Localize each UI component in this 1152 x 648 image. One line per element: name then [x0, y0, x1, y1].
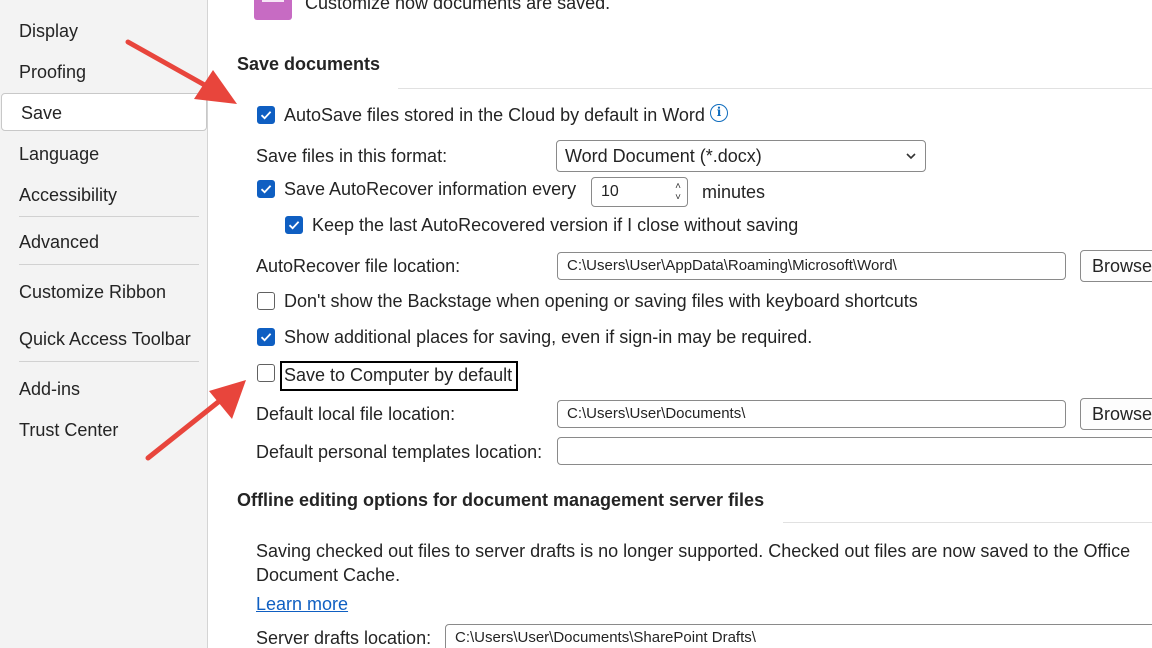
sidebar-item-proofing[interactable]: Proofing	[0, 53, 206, 91]
autosave-label: AutoSave files stored in the Cloud by de…	[284, 105, 705, 125]
sidebar-divider	[19, 216, 199, 217]
save-options-panel: Customize how documents are saved. Save …	[208, 0, 1152, 648]
spinner-arrows-icon[interactable]: ˄ ˅	[675, 181, 681, 203]
sidebar-item-save[interactable]: Save	[1, 93, 207, 131]
sidebar-item-quick-access-toolbar[interactable]: Quick Access Toolbar	[0, 320, 206, 358]
sidebar-item-accessibility[interactable]: Accessibility	[0, 176, 206, 214]
format-dropdown[interactable]: Word Document (*.docx)	[556, 140, 926, 172]
learn-more-link[interactable]: Learn more	[256, 594, 348, 615]
keep-last-label: Keep the last AutoRecovered version if I…	[312, 215, 799, 235]
default-local-label: Default local file location:	[256, 404, 456, 424]
backstage-checkbox[interactable]	[257, 292, 275, 310]
minutes-label: minutes	[702, 182, 766, 202]
additional-places-checkbox[interactable]	[257, 328, 275, 346]
intro-text: Customize how documents are saved.	[305, 0, 611, 13]
autorecover-label: Save AutoRecover information every	[284, 179, 577, 199]
templates-label: Default personal templates location:	[256, 442, 543, 462]
autorecover-location-field[interactable]: C:\Users\User\AppData\Roaming\Microsoft\…	[557, 252, 1066, 280]
keep-last-checkbox[interactable]	[285, 216, 303, 234]
autorecover-minutes-value: 10	[601, 183, 619, 200]
sidebar-item-advanced[interactable]: Advanced	[0, 223, 206, 261]
autorecover-location-label: AutoRecover file location:	[256, 256, 461, 276]
offline-editing-heading: Offline editing options for document man…	[237, 490, 765, 510]
additional-places-label: Show additional places for saving, even …	[284, 327, 813, 347]
browse-autorecover-button[interactable]: Browse...	[1080, 250, 1152, 282]
format-label: Save files in this format:	[256, 146, 448, 166]
backstage-label: Don't show the Backstage when opening or…	[284, 291, 918, 311]
save-to-computer-checkbox[interactable]	[257, 364, 275, 382]
info-icon[interactable]: i	[710, 104, 728, 122]
sidebar-item-add-ins[interactable]: Add-ins	[0, 370, 206, 408]
sidebar-item-display[interactable]: Display	[0, 12, 206, 50]
autorecover-minutes-spinner[interactable]: 10 ˄ ˅	[591, 177, 688, 207]
section-divider	[783, 522, 1152, 523]
server-drafts-label: Server drafts location:	[256, 628, 432, 648]
browse-local-button[interactable]: Browse...	[1080, 398, 1152, 430]
sidebar-item-language[interactable]: Language	[0, 135, 206, 173]
templates-location-field[interactable]	[557, 437, 1152, 465]
save-documents-heading: Save documents	[237, 54, 381, 74]
offline-note-line2: Document Cache.	[256, 565, 401, 585]
save-to-computer-label: Save to Computer by default	[284, 365, 513, 385]
sidebar-item-trust-center[interactable]: Trust Center	[0, 411, 206, 449]
offline-note-line1: Saving checked out files to server draft…	[256, 541, 1131, 561]
sidebar-divider	[19, 264, 199, 265]
default-local-field[interactable]: C:\Users\User\Documents\	[557, 400, 1066, 428]
sidebar-divider	[19, 361, 199, 362]
chevron-down-icon	[906, 153, 916, 160]
save-floppy-icon	[254, 0, 292, 20]
autorecover-checkbox[interactable]	[257, 180, 275, 198]
autosave-checkbox[interactable]	[257, 106, 275, 124]
sidebar-item-customize-ribbon[interactable]: Customize Ribbon	[0, 273, 206, 311]
options-sidebar: Display Proofing Save Language Accessibi…	[0, 0, 208, 648]
server-drafts-field[interactable]: C:\Users\User\Documents\SharePoint Draft…	[445, 624, 1152, 648]
format-value: Word Document (*.docx)	[565, 146, 762, 166]
section-divider	[398, 88, 1152, 89]
